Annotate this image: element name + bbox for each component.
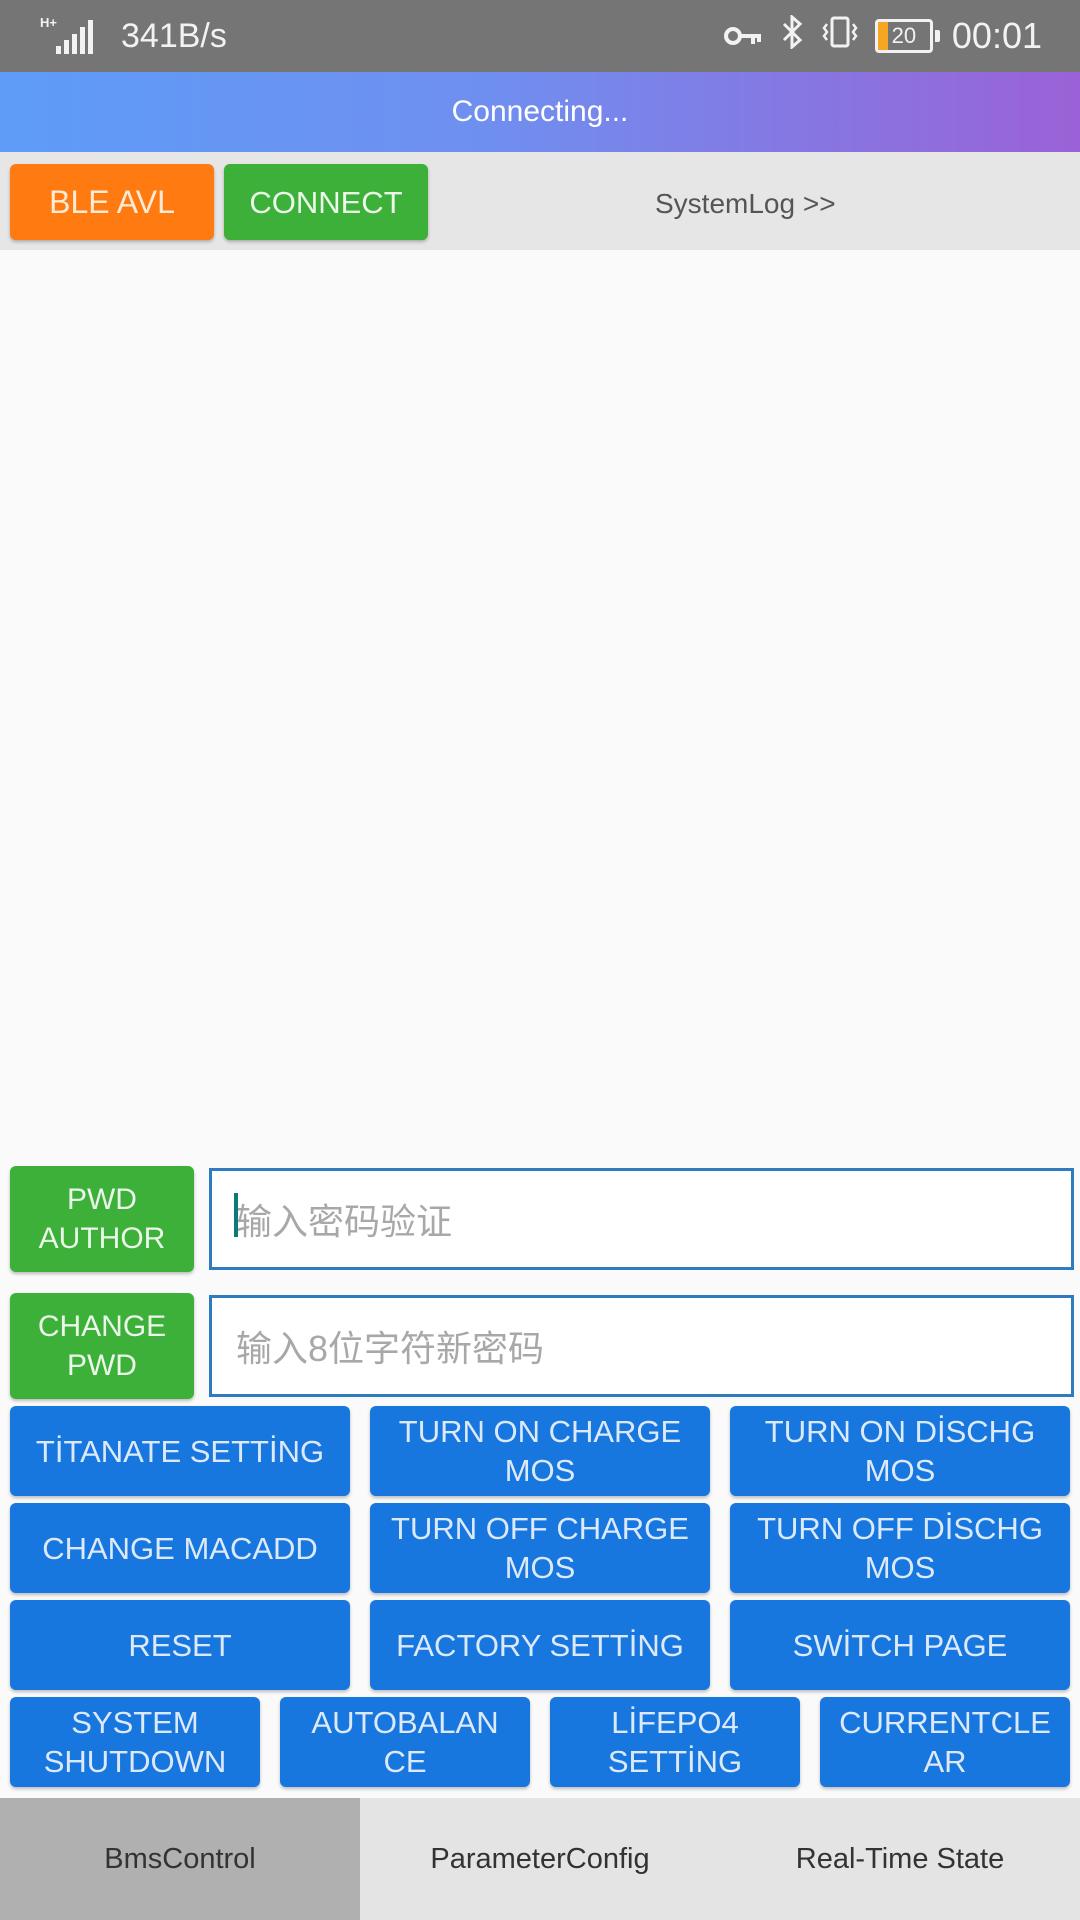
connect-button[interactable]: CONNECT bbox=[224, 164, 428, 240]
new-password-placeholder: 输入8位字符新密码 bbox=[236, 1328, 545, 1369]
reset-button[interactable]: RESET bbox=[10, 1600, 350, 1690]
autobalance-button[interactable]: AUTOBALAN CE bbox=[280, 1697, 530, 1787]
lifepo4-setting-button[interactable]: LİFEPO4 SETTİNG bbox=[550, 1697, 800, 1787]
connection-status-bar: Connecting... bbox=[0, 72, 1080, 152]
change-macadd-button[interactable]: CHANGE MACADD bbox=[10, 1503, 350, 1593]
new-password-input[interactable]: 输入8位字符新密码 bbox=[209, 1295, 1074, 1397]
battery-icon: 20 bbox=[874, 19, 940, 53]
bottom-nav: BmsControl ParameterConfig Real-Time Sta… bbox=[0, 1798, 1080, 1920]
ble-avl-button[interactable]: BLE AVL bbox=[10, 164, 214, 240]
turn-on-charge-mos-button[interactable]: TURN ON CHARGE MOS bbox=[370, 1406, 710, 1496]
status-bar: H+ 341B/s 20 00:01 bbox=[0, 0, 1080, 72]
net-speed: 341B/s bbox=[121, 16, 227, 55]
signal-icon: H+ bbox=[40, 16, 93, 54]
log-area bbox=[0, 250, 1080, 1160]
system-log-link[interactable]: SystemLog >> bbox=[655, 188, 836, 220]
turn-off-charge-mos-button[interactable]: TURN OFF CHARGE MOS bbox=[370, 1503, 710, 1593]
text-caret bbox=[234, 1193, 238, 1237]
vibrate-icon bbox=[821, 15, 859, 57]
current-clear-button[interactable]: CURRENTCLE AR bbox=[820, 1697, 1070, 1787]
system-shutdown-button[interactable]: SYSTEM SHUTDOWN bbox=[10, 1697, 260, 1787]
tab-bms-control[interactable]: BmsControl bbox=[0, 1798, 360, 1920]
factory-setting-button[interactable]: FACTORY SETTİNG bbox=[370, 1600, 710, 1690]
switch-page-button[interactable]: SWİTCH PAGE bbox=[730, 1600, 1070, 1690]
tab-real-time-state[interactable]: Real-Time State bbox=[720, 1798, 1080, 1920]
tab-parameter-config[interactable]: ParameterConfig bbox=[360, 1798, 720, 1920]
password-placeholder: 输入密码验证 bbox=[236, 1201, 453, 1242]
connection-status-text: Connecting... bbox=[451, 95, 629, 128]
titanate-setting-button[interactable]: TİTANATE SETTİNG bbox=[10, 1406, 350, 1496]
clock: 00:01 bbox=[951, 15, 1042, 56]
turn-on-dischg-mos-button[interactable]: TURN ON DİSCHG MOS bbox=[730, 1406, 1070, 1496]
turn-off-dischg-mos-button[interactable]: TURN OFF DİSCHG MOS bbox=[730, 1503, 1070, 1593]
bluetooth-icon bbox=[781, 13, 803, 58]
password-input[interactable]: 输入密码验证 bbox=[209, 1168, 1074, 1270]
change-pwd-button[interactable]: CHANGE PWD bbox=[10, 1293, 194, 1399]
key-icon bbox=[723, 15, 763, 57]
pwd-author-button[interactable]: PWD AUTHOR bbox=[10, 1166, 194, 1272]
